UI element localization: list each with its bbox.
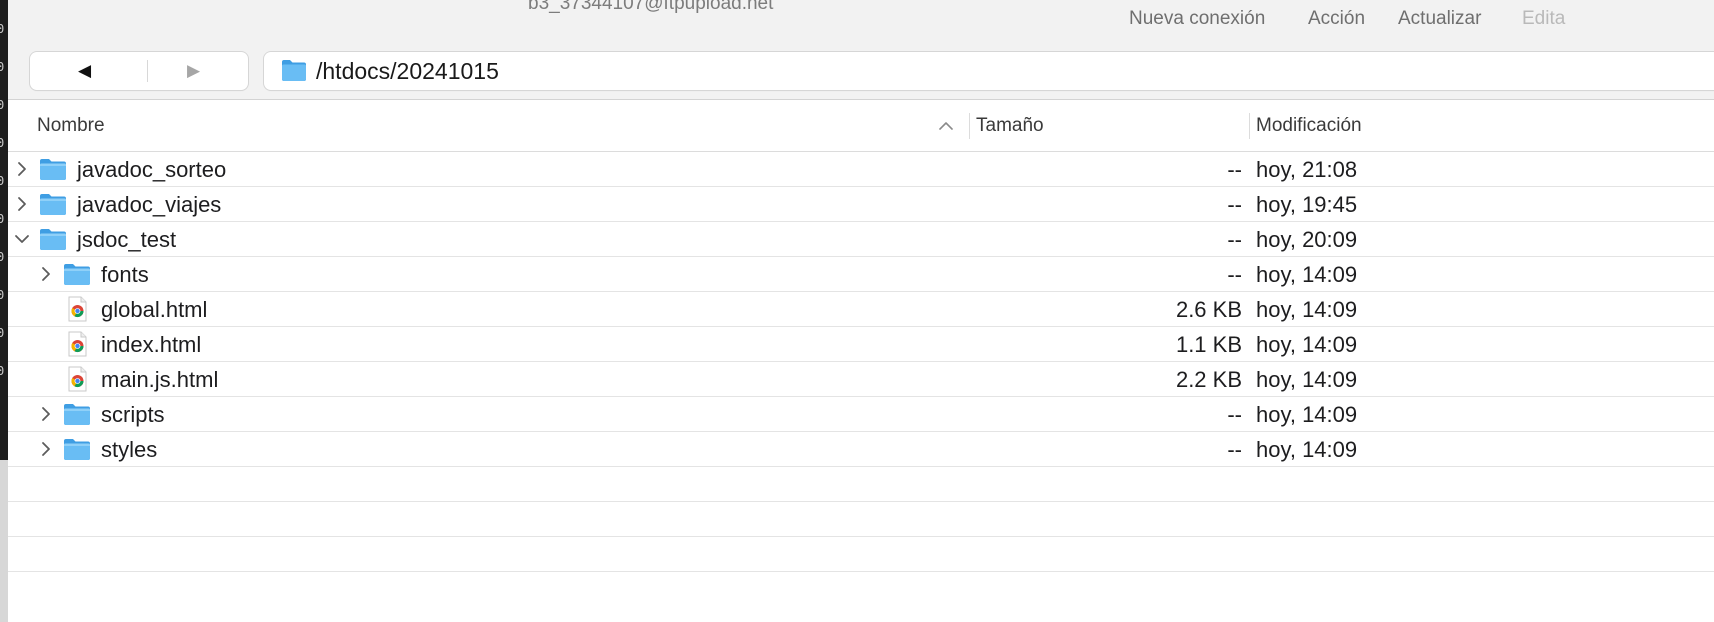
background-window-edge: 0 0 0 0 0 0 0 0 0 0 — [0, 0, 8, 622]
toolbar: b3_37344107@ftpupload.net Nueva conexión… — [8, 0, 1714, 100]
column-header-size[interactable]: Tamaño — [976, 115, 1044, 137]
background-window-edge-lower — [0, 460, 8, 622]
chrome-html-file-icon — [62, 296, 92, 322]
background-digit: 0 — [0, 174, 5, 188]
file-modified: hoy, 20:09 — [1256, 227, 1358, 252]
folder-row[interactable]: javadoc_sorteo -- hoy, 21:08 — [8, 152, 1714, 187]
file-size: -- — [1227, 192, 1242, 217]
file-name: jsdoc_test — [77, 227, 177, 252]
file-modified: hoy, 14:09 — [1256, 297, 1358, 322]
folder-icon — [62, 436, 92, 462]
background-digit: 0 — [0, 98, 5, 112]
file-size: -- — [1227, 157, 1242, 182]
file-name: styles — [101, 437, 158, 462]
file-modified: hoy, 14:09 — [1256, 367, 1358, 392]
file-modified: hoy, 14:09 — [1256, 402, 1358, 427]
background-digit: 0 — [0, 326, 5, 340]
chevron-right-icon[interactable] — [37, 405, 55, 423]
file-name: javadoc_viajes — [77, 192, 222, 217]
file-row[interactable]: index.html 1.1 KB hoy, 14:09 — [8, 327, 1714, 362]
file-modified: hoy, 14:09 — [1256, 437, 1358, 462]
navigation-buttons: ◀ ▶ — [30, 52, 248, 90]
file-size: -- — [1227, 437, 1242, 462]
chevron-right-icon[interactable] — [13, 195, 31, 213]
chrome-html-file-icon — [62, 366, 92, 392]
file-modified: hoy, 14:09 — [1256, 332, 1358, 357]
file-name: fonts — [101, 262, 149, 287]
file-size: 2.6 KB — [1175, 297, 1242, 322]
chevron-down-icon[interactable] — [13, 230, 31, 248]
folder-icon — [38, 156, 68, 182]
folder-row[interactable]: scripts -- hoy, 14:09 — [8, 397, 1714, 432]
sort-ascending-icon — [939, 122, 953, 130]
chrome-html-file-icon — [62, 331, 92, 357]
file-list: Nombre Tamaño Modificación javadoc_sorte… — [8, 100, 1714, 622]
folder-row[interactable]: javadoc_viajes -- hoy, 19:45 — [8, 187, 1714, 222]
file-size: 2.2 KB — [1175, 367, 1242, 392]
background-digit: 0 — [0, 250, 5, 264]
empty-row — [8, 537, 1714, 572]
background-digit: 0 — [0, 364, 5, 378]
folder-row[interactable]: jsdoc_test -- hoy, 20:09 — [8, 222, 1714, 257]
file-size: -- — [1227, 402, 1242, 427]
column-separator[interactable] — [1249, 113, 1250, 139]
empty-row — [8, 467, 1714, 502]
file-name: javadoc_sorteo — [77, 157, 227, 182]
folder-icon — [38, 191, 68, 217]
forward-arrow-icon: ▶ — [186, 61, 201, 80]
column-header-row: Nombre Tamaño Modificación — [8, 100, 1714, 152]
back-button[interactable]: ◀ — [30, 52, 139, 90]
accion-button[interactable]: Acción — [1308, 8, 1365, 30]
chevron-right-icon[interactable] — [37, 440, 55, 458]
file-name: main.js.html — [101, 367, 219, 392]
file-size: 1.1 KB — [1175, 332, 1242, 357]
file-row[interactable]: main.js.html 2.2 KB hoy, 14:09 — [8, 362, 1714, 397]
folder-icon — [62, 261, 92, 287]
file-size: -- — [1227, 262, 1242, 287]
background-digit: 0 — [0, 136, 5, 150]
folder-row[interactable]: fonts -- hoy, 14:09 — [8, 257, 1714, 292]
background-digit: 0 — [0, 212, 5, 226]
background-digit: 0 — [0, 60, 5, 74]
chevron-right-icon[interactable] — [37, 265, 55, 283]
file-modified: hoy, 19:45 — [1256, 192, 1358, 217]
empty-row — [8, 502, 1714, 537]
file-name: scripts — [101, 402, 165, 427]
folder-icon — [62, 401, 92, 427]
file-name: index.html — [101, 332, 202, 357]
background-digit: 0 — [0, 22, 5, 36]
back-arrow-icon: ◀ — [77, 61, 92, 80]
actualizar-button[interactable]: Actualizar — [1398, 8, 1481, 30]
folder-icon — [38, 226, 68, 252]
file-row[interactable]: global.html 2.6 KB hoy, 14:09 — [8, 292, 1714, 327]
nueva-conexion-button[interactable]: Nueva conexión — [1129, 8, 1265, 30]
file-size: -- — [1227, 227, 1242, 252]
path-field[interactable]: /htdocs/20241015 — [264, 52, 1714, 90]
window-title: b3_37344107@ftpupload.net — [528, 0, 774, 14]
background-digit: 0 — [0, 288, 5, 302]
forward-button[interactable]: ▶ — [139, 52, 248, 90]
chevron-right-icon[interactable] — [13, 160, 31, 178]
file-modified: hoy, 14:09 — [1256, 262, 1358, 287]
editar-button[interactable]: Edita — [1522, 8, 1565, 30]
folder-row[interactable]: styles -- hoy, 14:09 — [8, 432, 1714, 467]
path-text: /htdocs/20241015 — [316, 58, 499, 84]
folder-icon — [282, 60, 306, 81]
file-name: global.html — [101, 297, 208, 322]
file-modified: hoy, 21:08 — [1256, 157, 1358, 182]
column-header-modified[interactable]: Modificación — [1256, 115, 1362, 137]
column-header-name[interactable]: Nombre — [37, 115, 105, 137]
column-separator[interactable] — [969, 113, 970, 139]
